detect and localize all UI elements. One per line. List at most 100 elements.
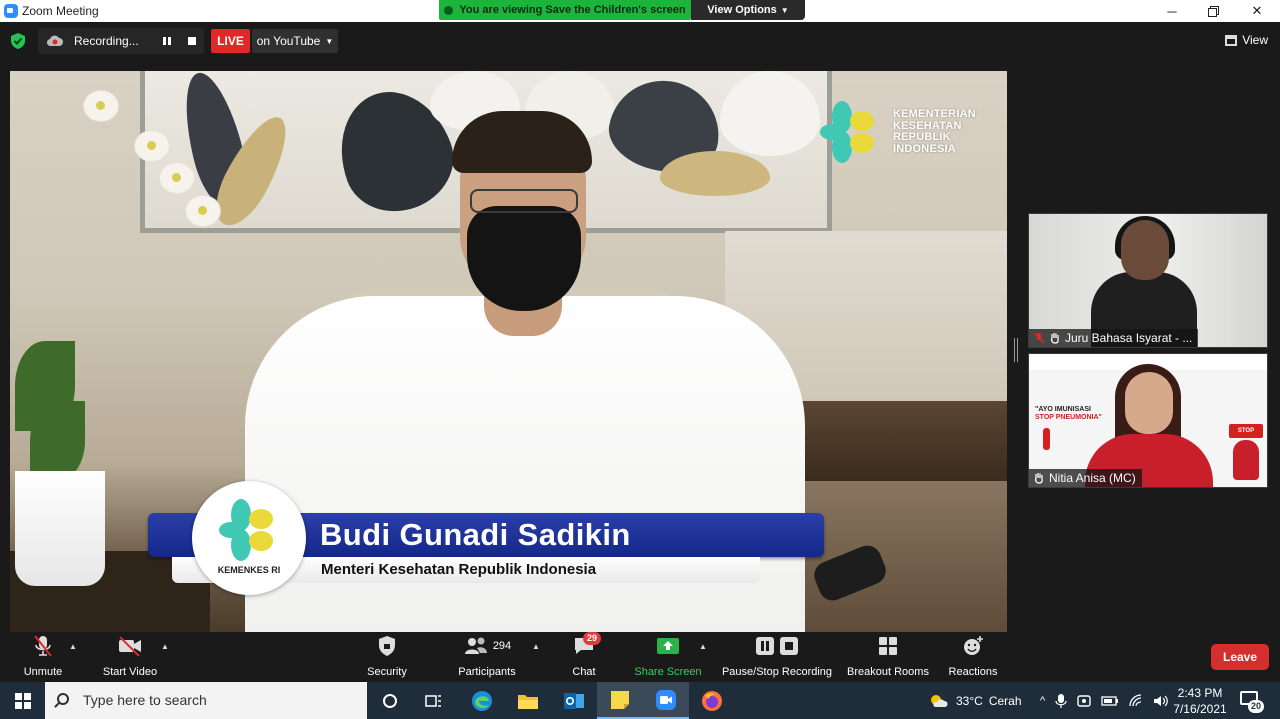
org-line: KEMENTERIAN — [893, 108, 976, 120]
org-line: INDONESIA — [893, 142, 956, 155]
participant-video-tile[interactable]: Juru Bahasa Isyarat - ... — [1028, 213, 1268, 348]
wifi-icon[interactable] — [1129, 693, 1143, 708]
clock-date: 7/16/2021 — [1173, 702, 1227, 716]
pause-recording-icon[interactable] — [163, 37, 171, 45]
live-stream-label: on YouTube — [256, 34, 321, 48]
recording-control-label: Pause/Stop Recording — [721, 666, 833, 678]
minimize-button[interactable]: ─ — [1149, 0, 1195, 22]
muted-mic-icon — [1033, 332, 1045, 344]
taskbar-clock[interactable]: 2:43 PM 7/16/2021 — [1170, 685, 1230, 717]
start-video-button[interactable]: Start Video — [98, 634, 162, 680]
outlook-icon — [564, 692, 584, 709]
system-tray: ^ — [1040, 682, 1169, 719]
shield-icon — [379, 636, 395, 656]
taskbar-zoom[interactable] — [643, 682, 689, 719]
reactions-button[interactable]: Reactions — [946, 634, 1000, 680]
leave-button[interactable]: Leave — [1211, 644, 1269, 670]
encryption-shield-icon[interactable] — [11, 33, 25, 49]
view-label: View — [1242, 33, 1268, 47]
stop-sign: STOP — [1229, 424, 1263, 438]
participants-options-chevron-icon[interactable]: ▲ — [532, 642, 540, 651]
breakout-rooms-button[interactable]: Breakout Rooms — [846, 634, 930, 680]
security-button[interactable]: Security — [362, 634, 412, 680]
cloud-recording-icon — [47, 35, 63, 47]
show-hidden-icons-chevron-icon[interactable]: ^ — [1040, 695, 1045, 707]
partly-sunny-icon — [931, 694, 948, 707]
orchid-flower — [186, 196, 220, 226]
orchid-flower — [160, 163, 194, 193]
restore-icon — [1207, 5, 1219, 17]
chat-button[interactable]: 29 Chat — [566, 632, 602, 680]
sticky-notes-icon — [611, 690, 629, 709]
clock-time: 2:43 PM — [1177, 686, 1223, 700]
camera-tray-icon[interactable] — [1077, 694, 1091, 708]
restore-button[interactable] — [1190, 0, 1236, 22]
cortana-icon — [383, 693, 397, 708]
recording-indicator: Recording... — [38, 28, 204, 54]
participant-name: Juru Bahasa Isyarat - ... — [1065, 331, 1193, 345]
chevron-down-icon: ▼ — [780, 5, 789, 15]
share-options-chevron-icon[interactable]: ▲ — [699, 642, 707, 651]
exclamation-icon — [1043, 428, 1050, 450]
microphone-icon[interactable] — [1055, 693, 1067, 709]
stop-icon — [780, 637, 798, 655]
minimize-icon: ─ — [1167, 3, 1177, 19]
volume-icon[interactable] — [1153, 694, 1169, 708]
slide-line: "AYO IMUNISASI — [1035, 406, 1091, 413]
audio-options-chevron-icon[interactable]: ▲ — [69, 642, 77, 651]
smiley-icon — [964, 636, 983, 655]
taskbar-firefox[interactable] — [689, 682, 735, 719]
taskbar-search-box[interactable]: Type here to search — [45, 682, 367, 719]
windows-logo-icon — [14, 692, 31, 709]
view-button[interactable]: View — [1225, 33, 1268, 47]
muted-mic-icon — [34, 635, 52, 657]
taskbar-file-explorer[interactable] — [505, 682, 551, 719]
video-options-chevron-icon[interactable]: ▲ — [161, 642, 169, 651]
plant-pot — [15, 471, 105, 586]
participant-video-tile[interactable]: "AYO IMUNISASI STOP PNEUMONIA" STOP Niti… — [1028, 353, 1268, 488]
kemenkes-logo-icon — [820, 101, 874, 163]
participants-count: 294 — [492, 640, 512, 652]
participants-button[interactable]: 294 Participants — [454, 634, 520, 680]
badge-label: KEMENKES RI — [217, 565, 281, 575]
window-title: Zoom Meeting — [22, 4, 99, 18]
live-stream-dropdown[interactable]: on YouTube ▼ — [252, 29, 338, 53]
view-layout-icon — [1225, 34, 1238, 46]
cortana-button[interactable] — [367, 682, 413, 719]
pause-stop-recording-button[interactable]: Pause/Stop Recording — [720, 634, 834, 680]
zoom-icon — [656, 689, 676, 710]
task-view-button[interactable] — [411, 682, 457, 719]
org-line: REPUBLIK — [893, 131, 951, 143]
kemenkes-badge: KEMENKES RI — [192, 481, 306, 595]
speaker-face-mask — [467, 206, 581, 311]
participant-name-bar: Nitia Anisa (MC) — [1029, 469, 1142, 487]
live-badge[interactable]: LIVE — [211, 29, 250, 53]
security-label: Security — [367, 666, 407, 678]
panel-resize-handle[interactable] — [1014, 338, 1018, 362]
kemenkes-wordmark: KEMENTERIAN KESEHATAN REPUBLIK INDONESIA — [893, 108, 976, 155]
pause-icon — [756, 637, 774, 655]
weather-widget[interactable]: 33°C Cerah — [928, 682, 1022, 719]
stop-recording-icon[interactable] — [188, 37, 196, 45]
view-options-button[interactable]: View Options ▼ — [691, 0, 805, 20]
view-options-label: View Options — [707, 4, 777, 16]
close-button[interactable]: ✕ — [1234, 0, 1280, 22]
reactions-label: Reactions — [948, 666, 998, 678]
taskbar-outlook[interactable] — [551, 682, 597, 719]
orchid-flower — [84, 91, 118, 121]
kemenkes-badge-icon — [219, 499, 273, 561]
share-screen-button[interactable]: Share Screen — [634, 634, 702, 680]
notification-count-badge: 20 — [1248, 700, 1265, 713]
speaker-name: Budi Gunadi Sadikin — [320, 517, 631, 552]
chevron-down-icon: ▼ — [325, 36, 334, 46]
unmute-button[interactable]: Unmute — [18, 634, 68, 680]
taskbar-edge[interactable] — [459, 682, 505, 719]
participant-name-bar: Juru Bahasa Isyarat - ... — [1029, 329, 1199, 347]
battery-icon[interactable] — [1101, 695, 1119, 707]
speaker-hair — [452, 111, 592, 173]
meeting-status-bar: Recording... LIVE on YouTube ▼ View — [0, 22, 1280, 60]
raised-hand-icon — [1050, 333, 1059, 344]
start-button[interactable] — [0, 682, 45, 719]
taskbar-sticky-notes[interactable] — [597, 682, 643, 719]
orchid-flower — [135, 131, 169, 161]
